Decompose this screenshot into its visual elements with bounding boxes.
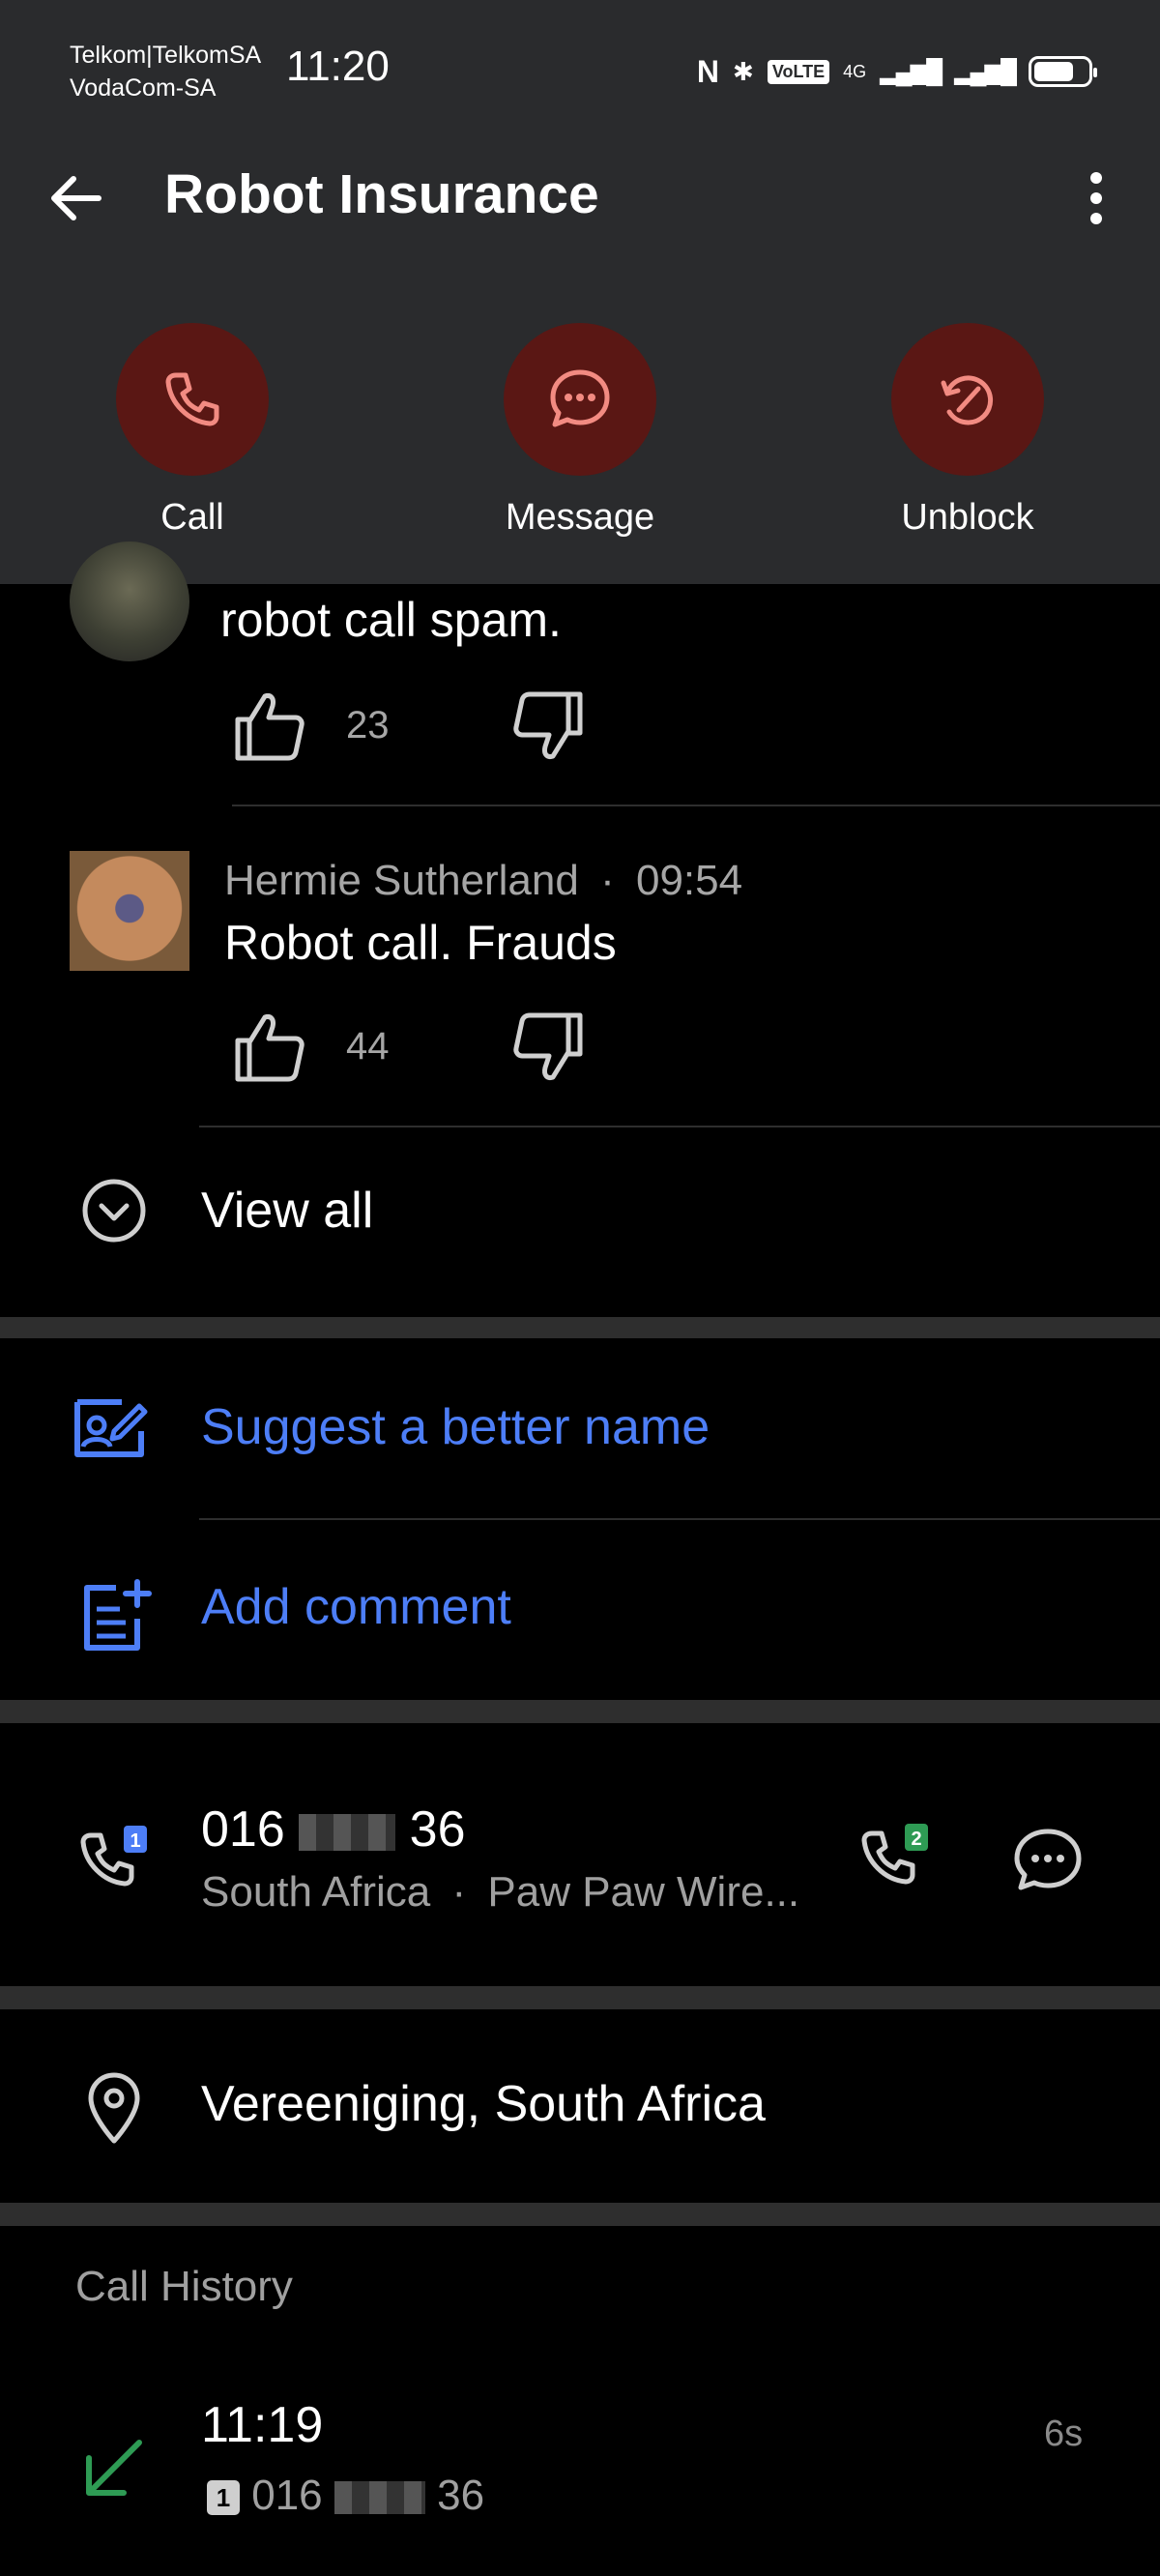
message-action-label: Message — [505, 497, 655, 538]
chat-bubble-icon — [550, 369, 610, 427]
view-all-label: View all — [201, 1183, 374, 1239]
bluetooth-icon: ✱ — [733, 56, 754, 86]
call-action-button[interactable]: Call — [76, 323, 308, 539]
call-number-prefix: 016 — [251, 2472, 323, 2519]
header: Telkom|TelkomSA VodaCom-SA 11:20 N ✱ VoL… — [0, 0, 1160, 584]
svg-text:1: 1 — [130, 1830, 140, 1852]
more-options-icon[interactable] — [1077, 164, 1116, 232]
masked-number — [299, 1814, 396, 1852]
add-comment-label: Add comment — [201, 1579, 511, 1635]
unblock-action-circle[interactable] — [891, 323, 1044, 476]
carrier-line-1: Telkom|TelkomSA — [70, 42, 262, 69]
carrier-line-2: VodaCom-SA — [70, 74, 217, 102]
number-carrier: Paw Paw Wire... — [487, 1868, 800, 1916]
message-action-circle[interactable] — [504, 323, 656, 476]
call-action-label: Call — [160, 497, 224, 538]
meta-separator: · — [600, 857, 615, 904]
signal-icon: ▂▄▆█ — [880, 58, 942, 85]
call-number: 1 016 36 — [207, 2472, 484, 2520]
comment-time: 09:54 — [635, 857, 743, 904]
network-type: 4G — [843, 61, 867, 81]
battery-icon — [1029, 56, 1097, 87]
unblock-action-button[interactable]: Unblock — [852, 323, 1084, 539]
volte-badge: VoLTE — [767, 59, 830, 84]
location-label: Vereeniging, South Africa — [201, 2076, 766, 2132]
location-row[interactable]: Vereeniging, South Africa — [0, 2009, 1160, 2203]
commenter-avatar — [70, 542, 189, 661]
commenter-avatar — [70, 851, 189, 971]
comment-meta: Hermie Sutherland · 09:54 — [224, 857, 742, 905]
back-arrow-icon[interactable] — [43, 164, 110, 232]
phone-number: 016 36 — [201, 1800, 466, 1859]
number-details: South Africa · Paw Paw Wire... — [201, 1868, 799, 1917]
carrier-label: Telkom|TelkomSA VodaCom-SA — [70, 39, 261, 104]
sim1-call-icon: 1 — [80, 1826, 147, 1887]
status-bar: Telkom|TelkomSA VodaCom-SA 11:20 N ✱ VoL… — [0, 0, 1160, 145]
section-separator — [0, 1700, 1160, 1723]
svg-text:2: 2 — [911, 1829, 921, 1850]
thumbs-down-icon[interactable] — [510, 688, 586, 764]
comment-author: Hermie Sutherland — [224, 857, 579, 904]
like-count: 23 — [346, 704, 390, 746]
like-count: 44 — [346, 1025, 390, 1068]
incoming-call-arrow-icon — [86, 2440, 142, 2496]
signal-icon-2: ▂▄▆█ — [954, 58, 1017, 85]
nfc-icon: N — [696, 53, 720, 89]
expand-chevron-icon — [82, 1179, 146, 1243]
number-prefix: 016 — [201, 1801, 285, 1858]
section-separator — [0, 2203, 1160, 2226]
number-separator: · — [451, 1868, 467, 1916]
sim-badge: 1 — [207, 2480, 240, 2516]
add-note-icon — [84, 1579, 152, 1651]
suggest-name-row[interactable]: Suggest a better name — [0, 1338, 1160, 1518]
add-comment-row[interactable]: Add comment — [0, 1520, 1160, 1694]
section-separator — [0, 1317, 1160, 1338]
comment-text: Robot call. Frauds — [224, 916, 617, 970]
divider — [232, 805, 1160, 806]
section-separator — [0, 1986, 1160, 2009]
divider — [199, 1126, 1160, 1127]
number-country: South Africa — [201, 1868, 431, 1916]
call-action-circle[interactable] — [116, 323, 269, 476]
comment-text: robot call spam. — [220, 593, 562, 647]
suggest-name-label: Suggest a better name — [201, 1399, 710, 1455]
thumbs-down-icon[interactable] — [510, 1010, 586, 1085]
call-number-suffix: 36 — [437, 2472, 485, 2519]
call-duration: 6s — [1044, 2414, 1084, 2454]
thumbs-up-icon[interactable] — [232, 688, 307, 764]
phone-icon — [165, 372, 219, 426]
status-clock: 11:20 — [286, 43, 390, 90]
location-pin-icon — [88, 2072, 140, 2144]
masked-number — [334, 2481, 425, 2515]
number-suffix: 36 — [409, 1801, 466, 1858]
call-time: 11:19 — [201, 2397, 324, 2453]
edit-contact-card-icon — [74, 1399, 148, 1457]
phone-number-row[interactable]: 1 016 36 South Africa · Paw Paw Wire... … — [0, 1723, 1160, 1986]
message-action-button[interactable]: Message — [464, 323, 696, 539]
call-history-item[interactable]: 11:19 1 016 36 6s — [0, 2379, 1160, 2576]
unblock-action-label: Unblock — [901, 497, 1034, 538]
call-history-heading: Call History — [75, 2263, 293, 2310]
sim2-call-button[interactable]: 2 — [858, 1822, 936, 1899]
view-all-row[interactable]: View all — [0, 1141, 1160, 1286]
message-icon[interactable] — [1009, 1824, 1087, 1901]
unblock-icon — [941, 375, 994, 425]
system-icons: N ✱ VoLTE 4G ▂▄▆█ ▂▄▆█ — [696, 52, 1097, 91]
thumbs-up-icon[interactable] — [232, 1010, 307, 1085]
page-title: Robot Insurance — [164, 163, 599, 225]
